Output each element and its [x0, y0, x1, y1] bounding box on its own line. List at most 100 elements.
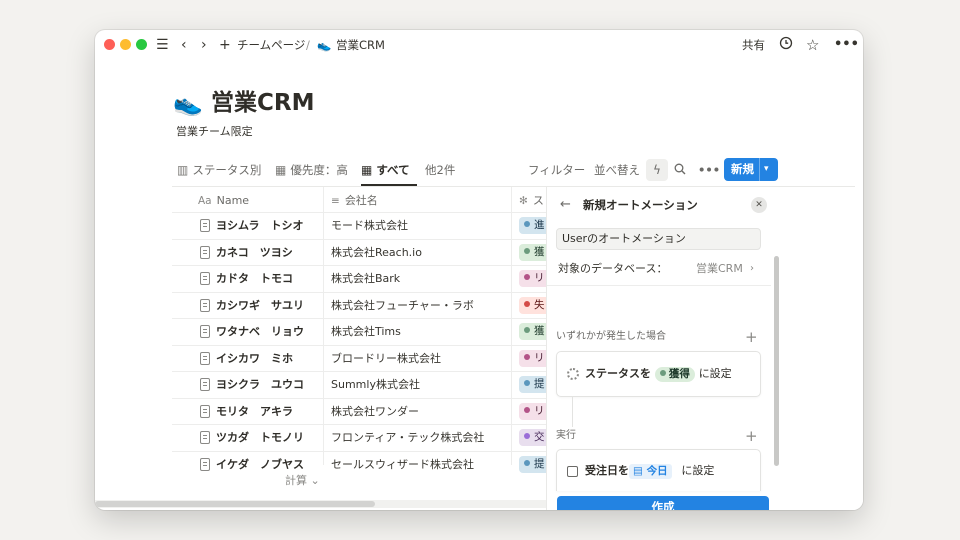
vertical-scrollbar[interactable]	[774, 256, 779, 466]
scrollbar-thumb[interactable]	[95, 501, 375, 507]
trigger-card[interactable]: ステータスを 獲得 に設定	[556, 351, 761, 397]
close-window-button[interactable]	[104, 39, 115, 50]
table-row[interactable]: ワタナベ リョウ 株式会社Tims 獲	[172, 318, 559, 344]
calendar-icon	[567, 466, 578, 477]
cell-name[interactable]: ヨシクラ ユウコ	[216, 376, 304, 393]
sidebar-menu-icon[interactable]: ☰	[156, 36, 169, 54]
view-options-icon[interactable]: •••	[698, 160, 720, 180]
trigger-text: ステータスを 獲得 に設定	[585, 365, 732, 382]
table-row[interactable]: ヨシムラ トシオ モード株式会社 進	[172, 212, 559, 238]
cell-company[interactable]: 株式会社フューチャー・ラボ	[331, 297, 474, 314]
create-button[interactable]: 作成	[557, 496, 769, 510]
chevron-right-icon[interactable]: ›	[750, 261, 754, 277]
page-title[interactable]: 営業CRM	[211, 87, 314, 119]
column-header-name[interactable]: Aa Name	[198, 190, 249, 212]
zoom-window-button[interactable]	[136, 39, 147, 50]
table-row[interactable]: ヨシクラ ユウコ Summly株式会社 提	[172, 371, 559, 397]
table-row[interactable]: モリタ アキラ 株式会社ワンダー リ	[172, 397, 559, 424]
database-label: 対象のデータベース：	[558, 262, 668, 275]
filter-button[interactable]: フィルター	[528, 160, 585, 180]
cell-name[interactable]: モリタ アキラ	[216, 403, 293, 420]
database-selector[interactable]: 営業CRM	[696, 261, 743, 277]
cell-name[interactable]: カシワギ サユリ	[216, 297, 304, 314]
cell-company[interactable]: 株式会社Reach.io	[331, 244, 422, 261]
back-arrow-icon[interactable]: ‹	[181, 36, 187, 54]
cell-company[interactable]: Summly株式会社	[331, 376, 420, 393]
cell-company[interactable]: フロンティア・テック株式会社	[331, 429, 484, 446]
status-dot	[524, 380, 530, 386]
back-arrow-icon[interactable]: ←	[560, 197, 571, 213]
automation-bolt-icon[interactable]: ϟ	[646, 159, 668, 181]
cell-name[interactable]: ヨシムラ トシオ	[216, 217, 303, 234]
cell-company[interactable]: セールスウィザード株式会社	[331, 456, 474, 473]
cell-company[interactable]: モード株式会社	[331, 217, 408, 234]
action-suffix: に設定	[681, 464, 715, 477]
action-card[interactable]: 受注日を ▤ 今日 に設定	[556, 449, 761, 491]
close-icon[interactable]: ✕	[751, 197, 767, 213]
breadcrumb-current[interactable]: 営業CRM	[336, 37, 385, 53]
column-header-status[interactable]: ✻ ス	[519, 190, 544, 212]
table-row[interactable]: イシカワ ミホ ブロードリー株式会社 リ	[172, 344, 559, 371]
status-label: 提	[534, 457, 545, 470]
share-button[interactable]: 共有	[742, 36, 765, 54]
new-label: 新規	[731, 162, 754, 176]
add-trigger-icon[interactable]: +	[745, 330, 758, 345]
status-value-pill[interactable]: 獲得	[654, 367, 695, 382]
cell-name[interactable]: カネコ ツヨシ	[216, 244, 293, 261]
add-action-icon[interactable]: +	[745, 429, 758, 444]
page-doc-icon	[200, 404, 210, 418]
tab-high-priority[interactable]: ▦ 優先度：高	[275, 160, 348, 180]
page-icon[interactable]: 👟	[173, 88, 203, 118]
cell-name[interactable]: ツカダ トモノリ	[216, 429, 304, 446]
cell-company[interactable]: 株式会社ワンダー	[331, 403, 419, 420]
cell-name[interactable]: イシカワ ミホ	[216, 350, 293, 367]
cell-name[interactable]: カドタ トモコ	[216, 270, 293, 287]
add-page-icon[interactable]: +	[219, 36, 231, 54]
table-row[interactable]: ツカダ トモノリ フロンティア・テック株式会社 交	[172, 424, 559, 450]
page-doc-icon	[200, 351, 210, 365]
panel-title: 新規オートメーション	[583, 198, 698, 212]
chevron-down-icon[interactable]: ▾	[764, 161, 769, 178]
tab-all[interactable]: ▦ すべて	[361, 160, 410, 180]
date-value: 今日	[646, 465, 668, 477]
cell-company[interactable]: ブロードリー株式会社	[331, 350, 441, 367]
automation-name-input[interactable]: Userのオートメーション	[556, 228, 761, 250]
new-entry-button[interactable]: 新規 ▾	[724, 158, 778, 181]
calculate-button[interactable]: 計算 ⌄	[285, 473, 320, 489]
favorite-star-icon[interactable]: ☆	[806, 36, 819, 54]
page-description[interactable]: 営業チーム限定	[176, 124, 253, 140]
table-row[interactable]: カネコ ツヨシ 株式会社Reach.io 獲	[172, 238, 559, 265]
cell-company[interactable]: 株式会社Bark	[331, 270, 400, 287]
title-bar: ☰ ‹ › + チームページ / 👟 営業CRM 共有 ☆ •••	[95, 30, 863, 60]
minimize-window-button[interactable]	[120, 39, 131, 50]
action-prefix: 受注日を	[585, 464, 629, 477]
search-icon[interactable]	[674, 160, 686, 180]
forward-arrow-icon[interactable]: ›	[201, 36, 207, 54]
cell-name[interactable]: イケダ ノブヤス	[216, 456, 304, 473]
tab-status-board[interactable]: ▥ ステータス別	[177, 160, 261, 180]
title-property-icon: Aa	[198, 195, 212, 207]
page-doc-icon	[200, 325, 210, 338]
sort-button[interactable]: 並べ替え	[594, 160, 640, 180]
table-row[interactable]: イケダ ノブヤス セールスウィザード株式会社 提	[172, 450, 559, 477]
status-label: 交	[534, 431, 545, 443]
date-value-pill[interactable]: ▤ 今日	[629, 464, 672, 479]
action-section-label: 実行	[556, 430, 576, 441]
status-property-icon: ✻	[519, 195, 528, 207]
cell-company[interactable]: 株式会社Tims	[331, 323, 401, 340]
status-label: リ	[534, 351, 545, 364]
column-header-company[interactable]: ≡ 会社名	[331, 190, 378, 212]
breadcrumb-parent[interactable]: チームページ	[237, 37, 305, 53]
status-label: リ	[534, 404, 545, 417]
more-options-icon[interactable]: •••	[834, 36, 859, 54]
page-doc-icon	[200, 378, 210, 391]
cell-name[interactable]: ワタナベ リョウ	[216, 323, 304, 340]
table-row[interactable]: カシワギ サユリ 株式会社フューチャー・ラボ 失	[172, 291, 559, 318]
horizontal-scrollbar[interactable]	[95, 500, 546, 508]
tab-more-views[interactable]: 他2件	[425, 160, 455, 180]
table-row[interactable]: カドタ トモコ 株式会社Bark リ	[172, 265, 559, 291]
page-doc-icon	[200, 431, 210, 444]
text-property-icon: ≡	[331, 195, 340, 207]
button-divider	[759, 158, 760, 181]
history-icon[interactable]	[779, 36, 793, 55]
